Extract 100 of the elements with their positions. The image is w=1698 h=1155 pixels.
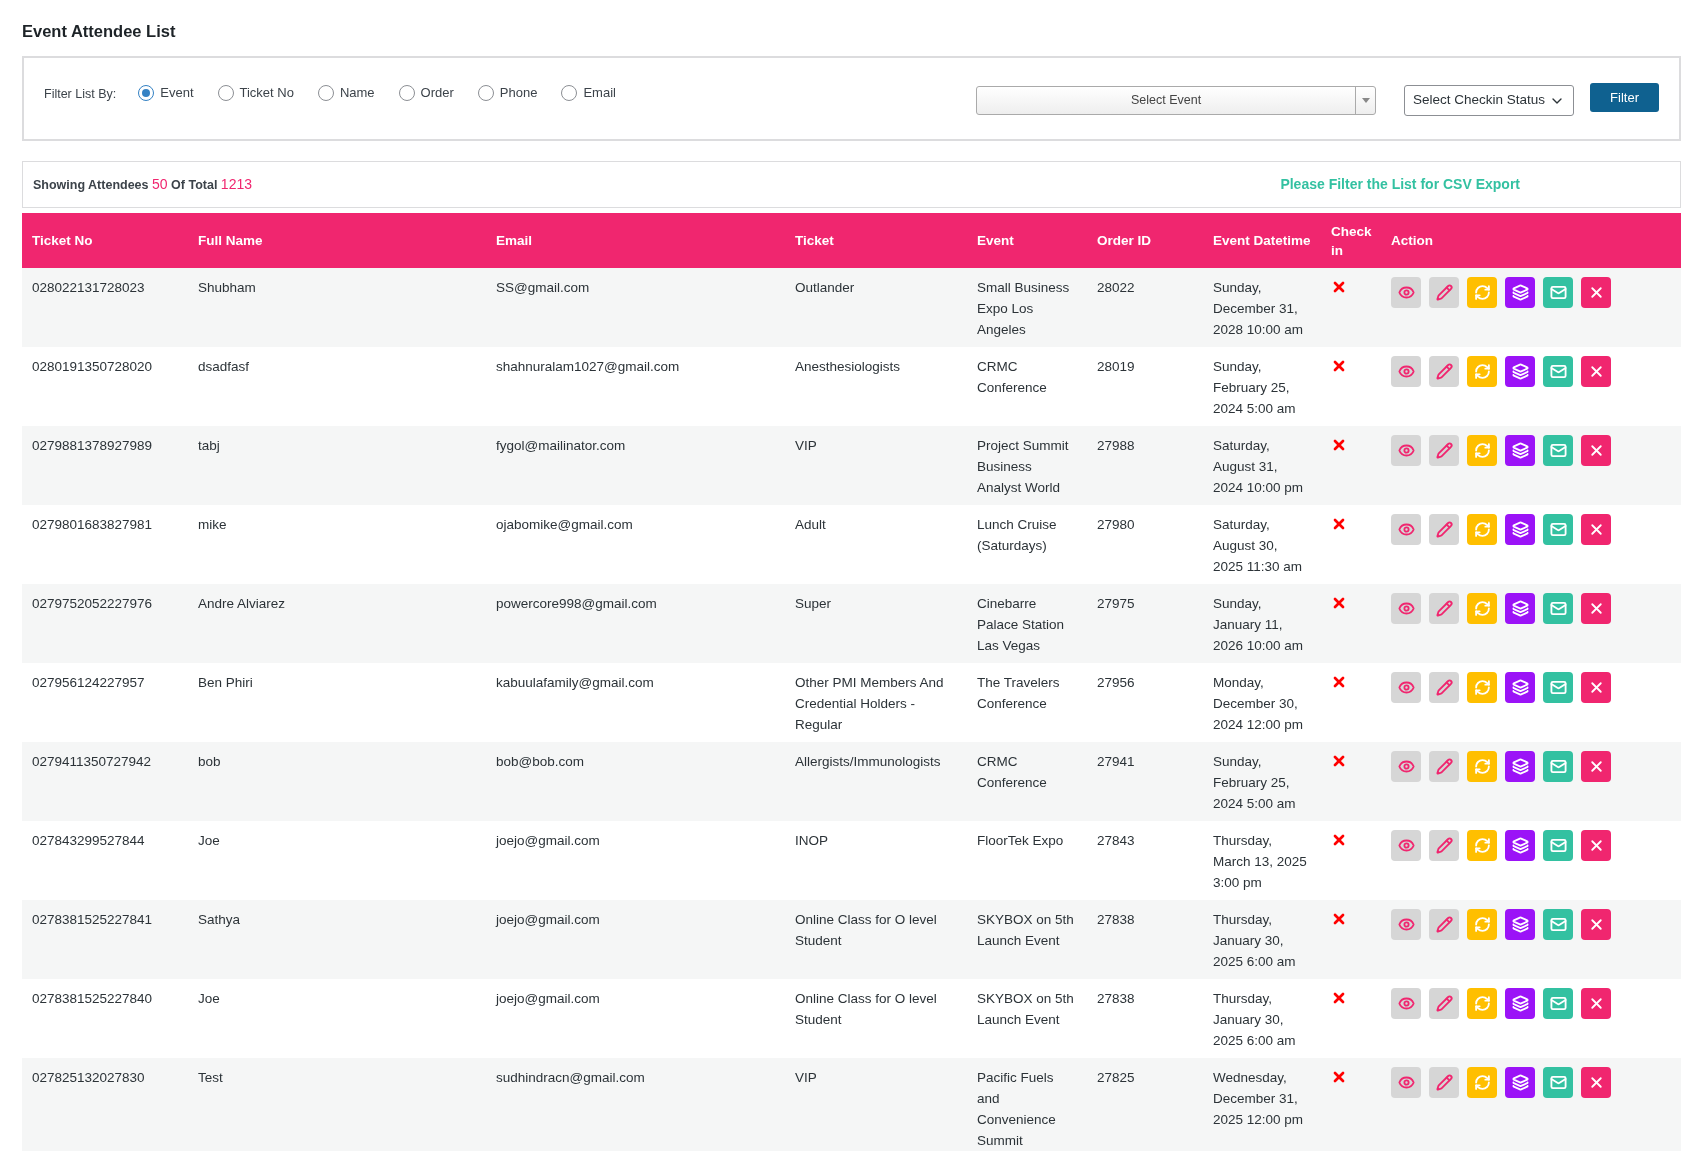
mail-icon	[1549, 837, 1567, 854]
delete-button[interactable]	[1581, 830, 1611, 861]
ticket-number-cell: 027843299527844	[22, 821, 188, 900]
email-button[interactable]	[1543, 435, 1573, 466]
refresh-button[interactable]	[1467, 435, 1497, 466]
delete-button[interactable]	[1581, 751, 1611, 782]
email-cell: kabuulafamily@gmail.com	[486, 663, 785, 742]
datetime-cell: Saturday, August 30, 2025 11:30 am	[1203, 505, 1321, 584]
tickets-button[interactable]	[1505, 277, 1535, 308]
view-button[interactable]	[1391, 909, 1421, 940]
email-cell: shahnuralam1027@gmail.com	[486, 347, 785, 426]
view-button[interactable]	[1391, 830, 1421, 861]
checkin-status-select[interactable]: Select Checkin Status	[1404, 85, 1575, 116]
view-button[interactable]	[1391, 672, 1421, 703]
delete-button[interactable]	[1581, 1067, 1611, 1098]
edit-button[interactable]	[1429, 435, 1459, 466]
ticket-cell: Allergists/Immunologists	[785, 742, 967, 821]
delete-button[interactable]	[1581, 909, 1611, 940]
ticket-number-cell: 027825132027830	[22, 1058, 188, 1151]
refresh-button[interactable]	[1467, 1067, 1497, 1098]
view-button[interactable]	[1391, 356, 1421, 387]
view-button[interactable]	[1391, 593, 1421, 624]
mail-icon	[1549, 442, 1567, 459]
email-button[interactable]	[1543, 356, 1573, 387]
tickets-button[interactable]	[1505, 593, 1535, 624]
email-button[interactable]	[1543, 277, 1573, 308]
view-button[interactable]	[1391, 277, 1421, 308]
delete-button[interactable]	[1581, 514, 1611, 545]
edit-button[interactable]	[1429, 988, 1459, 1019]
pencil-icon	[1435, 758, 1453, 775]
email-button[interactable]	[1543, 514, 1573, 545]
name-cell: dsadfasf	[188, 347, 486, 426]
pencil-icon	[1435, 600, 1453, 617]
edit-button[interactable]	[1429, 593, 1459, 624]
email-button[interactable]	[1543, 988, 1573, 1019]
tickets-button[interactable]	[1505, 1067, 1535, 1098]
delete-button[interactable]	[1581, 435, 1611, 466]
tickets-button[interactable]	[1505, 909, 1535, 940]
event-cell: Lunch Cruise (Saturdays)	[967, 505, 1087, 584]
refresh-button[interactable]	[1467, 593, 1497, 624]
edit-button[interactable]	[1429, 672, 1459, 703]
filter-radio[interactable]: Email	[561, 83, 616, 103]
email-cell: SS@gmail.com	[486, 268, 785, 347]
event-cell: SKYBOX on 5th Launch Event	[967, 900, 1087, 979]
email-button[interactable]	[1543, 909, 1573, 940]
delete-button[interactable]	[1581, 356, 1611, 387]
edit-button[interactable]	[1429, 909, 1459, 940]
email-button[interactable]	[1543, 593, 1573, 624]
view-button[interactable]	[1391, 1067, 1421, 1098]
delete-button[interactable]	[1581, 672, 1611, 703]
mail-icon	[1549, 363, 1567, 380]
tickets-button[interactable]	[1505, 672, 1535, 703]
filter-radio[interactable]: Order	[398, 83, 454, 103]
email-button[interactable]	[1543, 672, 1573, 703]
ticket-cell: Online Class for O level Student	[785, 979, 967, 1058]
refresh-button[interactable]	[1467, 356, 1497, 387]
view-button[interactable]	[1391, 988, 1421, 1019]
ticket-number-cell: 0279411350727942	[22, 742, 188, 821]
filter-button[interactable]: Filter	[1590, 83, 1659, 112]
edit-button[interactable]	[1429, 514, 1459, 545]
event-select[interactable]: Select Event	[976, 86, 1377, 115]
edit-button[interactable]	[1429, 751, 1459, 782]
refresh-icon	[1473, 837, 1491, 854]
stack-icon	[1511, 442, 1529, 459]
refresh-button[interactable]	[1467, 514, 1497, 545]
tickets-button[interactable]	[1505, 356, 1535, 387]
filter-radio[interactable]: Phone	[477, 83, 538, 103]
tickets-button[interactable]	[1505, 514, 1535, 545]
tickets-button[interactable]	[1505, 830, 1535, 861]
column-header: Full Name	[188, 213, 486, 268]
edit-button[interactable]	[1429, 830, 1459, 861]
refresh-button[interactable]	[1467, 751, 1497, 782]
edit-button[interactable]	[1429, 277, 1459, 308]
view-button[interactable]	[1391, 751, 1421, 782]
refresh-button[interactable]	[1467, 988, 1497, 1019]
email-cell: powercore998@gmail.com	[486, 584, 785, 663]
view-button[interactable]	[1391, 514, 1421, 545]
delete-button[interactable]	[1581, 593, 1611, 624]
delete-button[interactable]	[1581, 988, 1611, 1019]
stack-icon	[1511, 521, 1529, 538]
refresh-button[interactable]	[1467, 672, 1497, 703]
email-button[interactable]	[1543, 1067, 1573, 1098]
tickets-button[interactable]	[1505, 435, 1535, 466]
refresh-button[interactable]	[1467, 830, 1497, 861]
edit-button[interactable]	[1429, 1067, 1459, 1098]
email-button[interactable]	[1543, 830, 1573, 861]
filter-radio[interactable]: Ticket No	[217, 83, 294, 103]
view-button[interactable]	[1391, 435, 1421, 466]
filter-radio[interactable]: Name	[317, 83, 375, 103]
name-cell: Andre Alviarez	[188, 584, 486, 663]
tickets-button[interactable]	[1505, 988, 1535, 1019]
eye-icon	[1397, 284, 1415, 301]
edit-button[interactable]	[1429, 356, 1459, 387]
refresh-button[interactable]	[1467, 277, 1497, 308]
delete-button[interactable]	[1581, 277, 1611, 308]
email-button[interactable]	[1543, 751, 1573, 782]
tickets-button[interactable]	[1505, 751, 1535, 782]
datetime-cell: Thursday, January 30, 2025 6:00 am	[1203, 900, 1321, 979]
refresh-button[interactable]	[1467, 909, 1497, 940]
filter-radio[interactable]: Event	[138, 83, 194, 103]
